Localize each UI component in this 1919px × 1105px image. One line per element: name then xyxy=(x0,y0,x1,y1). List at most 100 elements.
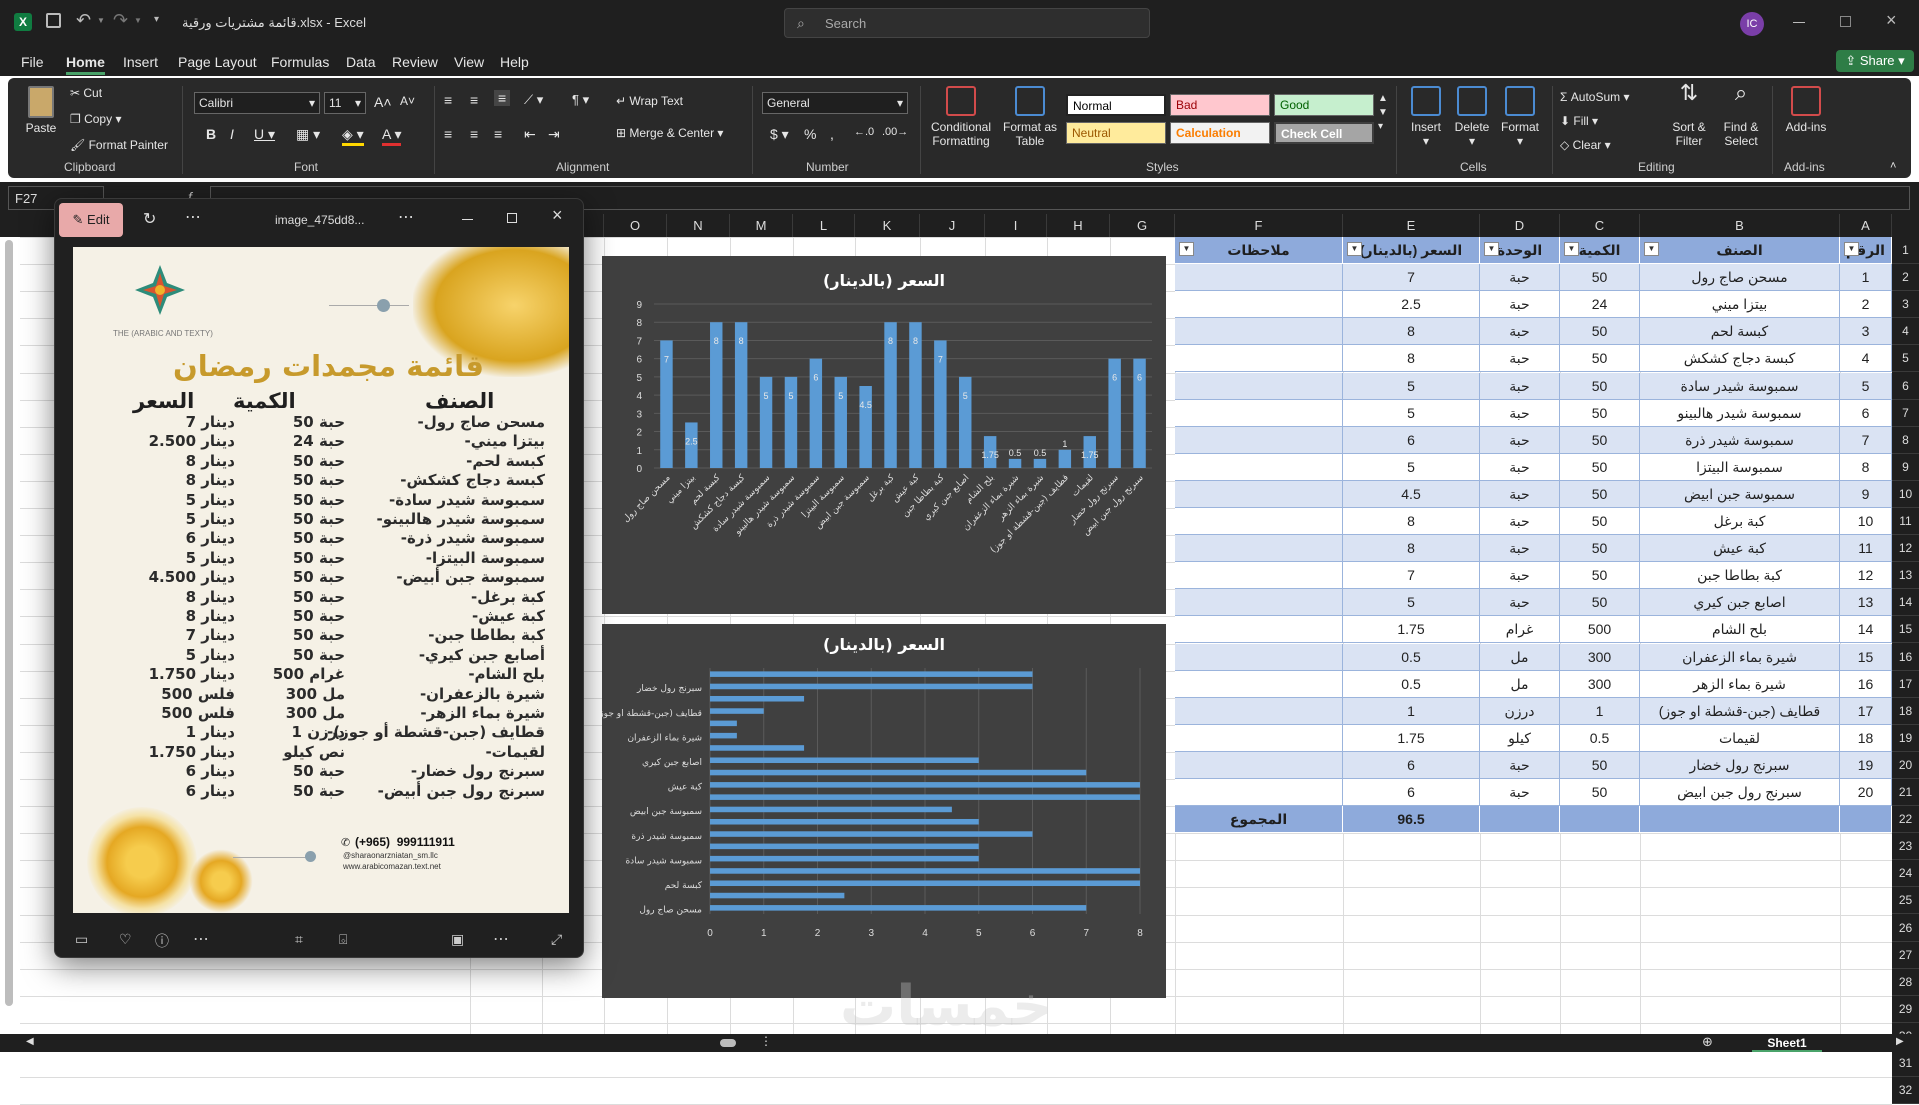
row-header[interactable]: 17 xyxy=(1892,670,1919,698)
row-header[interactable]: 15 xyxy=(1892,616,1919,644)
row-header[interactable]: 26 xyxy=(1892,914,1919,942)
table-cell[interactable]: شيرة بماء الزعفران xyxy=(1640,643,1840,671)
table-cell[interactable]: سبرنج رول جبن ابيض xyxy=(1640,779,1840,807)
table-cell[interactable]: كيلو xyxy=(1480,724,1560,752)
table-cell[interactable]: 50 xyxy=(1560,751,1640,779)
filter-dropdown-icon[interactable]: ▼ xyxy=(1844,242,1859,256)
table-cell[interactable]: 6 xyxy=(1343,426,1480,454)
grow-font-icon[interactable]: A˄ xyxy=(374,94,392,110)
total-row-cell[interactable] xyxy=(1480,806,1560,834)
table-cell[interactable]: مل xyxy=(1480,643,1560,671)
header-price[interactable]: السعر (بالدينار) ▼ xyxy=(1343,237,1480,265)
column-header-b[interactable]: B xyxy=(1640,214,1840,237)
table-cell[interactable]: بيتزا ميني xyxy=(1640,291,1840,319)
image-viewer-window[interactable]: ✎ Edit ↻ ⋯ image_475dd8... ⋯ × THE (ARAB… xyxy=(54,198,584,958)
share-button[interactable]: ⇪ Share ▾ xyxy=(1836,50,1914,72)
table-cell[interactable]: حبة xyxy=(1480,779,1560,807)
table-cell[interactable]: 0.5 xyxy=(1343,643,1480,671)
scroll-left-icon[interactable]: ◀ xyxy=(26,1036,34,1047)
total-value[interactable]: 96.5 xyxy=(1343,806,1480,834)
viewer-maximize-icon[interactable] xyxy=(507,213,517,223)
save-icon[interactable] xyxy=(46,13,61,28)
fill-button[interactable]: ⬇ Fill ▾ xyxy=(1560,114,1598,128)
horizontal-scrollbar[interactable] xyxy=(720,1039,736,1047)
styles-scroll-icon[interactable]: ▲ ▼ ▾ xyxy=(1378,92,1388,134)
vertical-scrollbar[interactable] xyxy=(5,240,13,1006)
row-header[interactable]: 10 xyxy=(1892,480,1919,508)
column-header-g[interactable]: G xyxy=(1110,214,1175,237)
align-left-icon[interactable]: ≡ xyxy=(444,126,452,142)
total-label[interactable]: المجموع xyxy=(1175,806,1343,834)
row-header[interactable]: 5 xyxy=(1892,345,1919,373)
row-header[interactable]: 24 xyxy=(1892,860,1919,888)
table-cell[interactable]: حبة xyxy=(1480,589,1560,617)
column-header-h[interactable]: H xyxy=(1047,214,1110,237)
table-cell[interactable] xyxy=(1175,779,1343,807)
table-cell[interactable] xyxy=(1175,480,1343,508)
tab-page-layout[interactable]: Page Layout xyxy=(178,54,257,70)
table-cell[interactable]: كبسة دجاج كشكش xyxy=(1640,345,1840,373)
table-cell[interactable]: 50 xyxy=(1560,264,1640,292)
table-cell[interactable]: 5 xyxy=(1343,399,1480,427)
table-cell[interactable]: حبة xyxy=(1480,318,1560,346)
row-header[interactable]: 31 xyxy=(1892,1050,1919,1078)
align-right-icon[interactable]: ≡ xyxy=(494,126,502,142)
column-header-a[interactable]: A xyxy=(1840,214,1892,237)
table-cell[interactable]: 50 xyxy=(1560,399,1640,427)
table-cell[interactable]: 10 xyxy=(1840,508,1892,536)
conditional-formatting-button[interactable]: Conditional Formatting xyxy=(926,86,996,148)
shrink-font-icon[interactable]: A˅ xyxy=(400,94,415,108)
table-cell[interactable]: 1 xyxy=(1840,264,1892,292)
tab-help[interactable]: Help xyxy=(500,54,529,70)
table-cell[interactable]: 8 xyxy=(1343,318,1480,346)
paste-button[interactable]: Paste xyxy=(20,86,62,135)
table-cell[interactable]: قطايف (جبن-قشطة او جوز) xyxy=(1640,697,1840,725)
font-color-icon[interactable]: A ▾ xyxy=(382,126,402,146)
table-cell[interactable]: 2 xyxy=(1840,291,1892,319)
table-cell[interactable]: سمبوسة شيدر هالبينو xyxy=(1640,399,1840,427)
table-cell[interactable]: 3 xyxy=(1840,318,1892,346)
table-cell[interactable]: 50 xyxy=(1560,562,1640,590)
sheet-tab[interactable]: Sheet1 xyxy=(1752,1034,1822,1052)
delete-cells-button[interactable]: Delete ▾ xyxy=(1450,86,1494,148)
wrap-text-button[interactable]: ↵ Wrap Text xyxy=(616,94,683,108)
table-cell[interactable]: حبة xyxy=(1480,345,1560,373)
column-header-e[interactable]: E xyxy=(1343,214,1480,237)
fill-color-icon[interactable]: ◈ ▾ xyxy=(342,126,364,146)
search-box[interactable]: ⌕ Search xyxy=(784,8,1150,38)
table-cell[interactable]: غرام xyxy=(1480,616,1560,644)
number-format-select[interactable]: General ▾ xyxy=(762,92,908,114)
bold-icon[interactable]: B xyxy=(206,126,216,142)
column-header-f[interactable]: F xyxy=(1175,214,1343,237)
table-cell[interactable]: حبة xyxy=(1480,399,1560,427)
tab-home[interactable]: Home xyxy=(66,54,105,75)
table-cell[interactable]: 6 xyxy=(1343,779,1480,807)
table-cell[interactable]: 4 xyxy=(1840,345,1892,373)
table-cell[interactable]: 50 xyxy=(1560,453,1640,481)
horizontal-bar-chart[interactable]: السعر (بالدينار) 0 1 2 3 4 5 6 7 8 مسحن صاج رول كبس… xyxy=(596,624,1166,998)
row-header[interactable]: 27 xyxy=(1892,941,1919,969)
copy-button[interactable]: ❐ Copy ▾ xyxy=(70,112,121,126)
table-cell[interactable]: 8 xyxy=(1343,535,1480,563)
table-cell[interactable] xyxy=(1175,616,1343,644)
row-header[interactable]: 2 xyxy=(1892,264,1919,292)
table-cell[interactable]: 5 xyxy=(1840,372,1892,400)
table-cell[interactable]: كبة بطاطا جبن xyxy=(1640,562,1840,590)
tab-view[interactable]: View xyxy=(454,54,484,70)
comma-icon[interactable]: , xyxy=(830,126,834,142)
table-cell[interactable] xyxy=(1175,724,1343,752)
row-header[interactable]: 12 xyxy=(1892,535,1919,563)
align-bottom-icon[interactable]: ≡ xyxy=(494,90,511,106)
table-cell[interactable]: حبة xyxy=(1480,264,1560,292)
column-header-m[interactable]: M xyxy=(730,214,793,237)
redo-dropdown-icon[interactable]: ▼ xyxy=(134,16,142,25)
filter-dropdown-icon[interactable]: ▼ xyxy=(1347,242,1362,256)
table-cell[interactable]: 50 xyxy=(1560,508,1640,536)
style-neutral[interactable]: Neutral xyxy=(1066,122,1166,144)
borders-icon[interactable]: ▦ ▾ xyxy=(296,126,320,143)
table-cell[interactable]: 16 xyxy=(1840,670,1892,698)
table-cell[interactable]: 0.5 xyxy=(1343,670,1480,698)
viewer-menu-icon[interactable]: ⋯ xyxy=(398,207,414,227)
row-header[interactable]: 18 xyxy=(1892,697,1919,725)
style-calculation[interactable]: Calculation xyxy=(1170,122,1270,144)
